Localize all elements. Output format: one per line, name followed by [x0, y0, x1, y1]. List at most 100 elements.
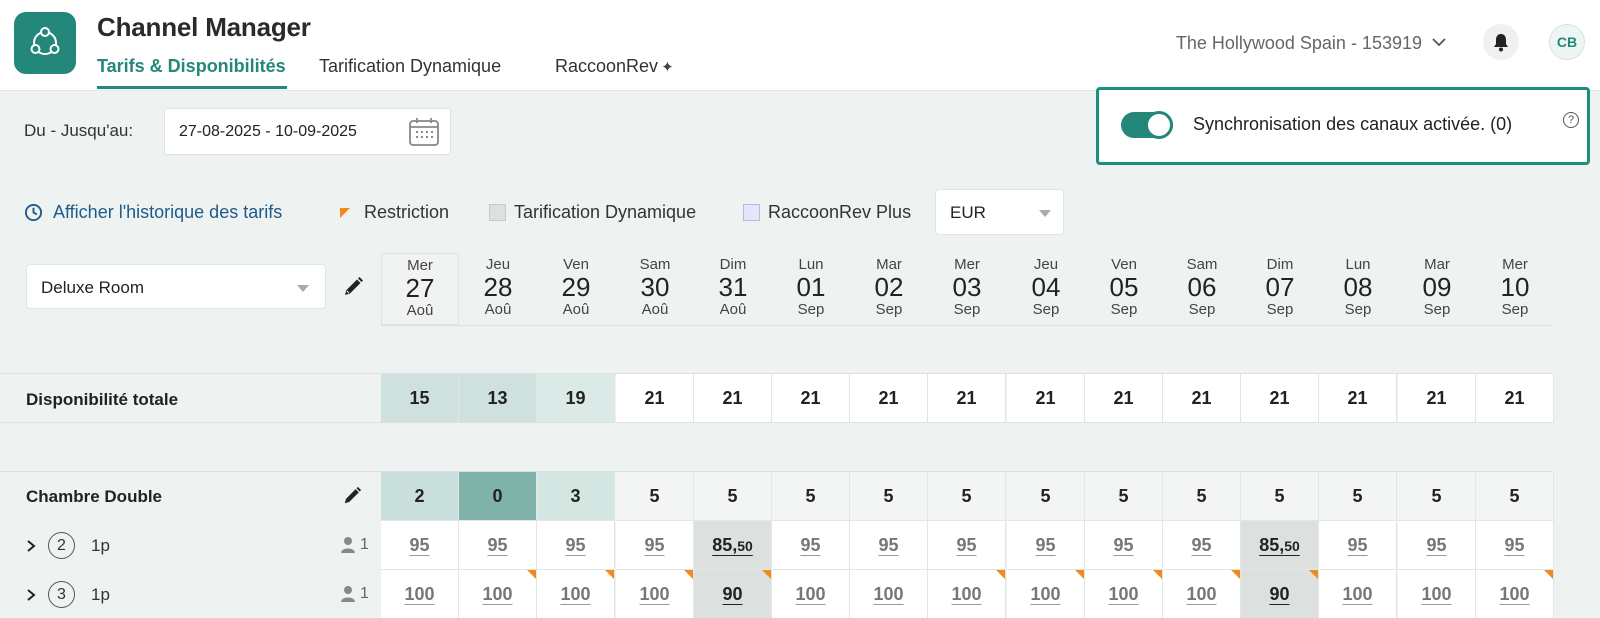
rate-cell[interactable]: 100 — [1007, 570, 1085, 618]
row-divider — [0, 373, 1552, 374]
rate-cell[interactable]: 100 — [1398, 570, 1476, 618]
rate-value: 100 — [873, 584, 903, 605]
rate-cell[interactable]: 95 — [381, 521, 459, 570]
rate-cell[interactable]: 95 — [772, 521, 850, 570]
room-availability-cell[interactable]: 5 — [1007, 472, 1085, 521]
rate-cell[interactable]: 100 — [772, 570, 850, 618]
rate-value: 100 — [1108, 584, 1138, 605]
tab-raccoonrev[interactable]: RaccoonRev ✦ — [555, 56, 674, 77]
room-availability-cell[interactable]: 5 — [1398, 472, 1476, 521]
total-availability-cell[interactable]: 19 — [537, 374, 615, 423]
total-availability-cell[interactable]: 21 — [1241, 374, 1319, 423]
total-availability-cell[interactable]: 13 — [459, 374, 537, 423]
rate-plan-label: 1p — [91, 535, 110, 555]
rate-cell[interactable]: 100 — [928, 570, 1006, 618]
sparkle-icon: ✦ — [661, 59, 674, 76]
notifications-button[interactable] — [1483, 24, 1519, 60]
rate-cell[interactable]: 95 — [1085, 521, 1163, 570]
rate-cell[interactable]: 95 — [928, 521, 1006, 570]
tab-tarifs-disponibilites[interactable]: Tarifs & Disponibilités — [97, 56, 286, 77]
row-divider — [0, 471, 1552, 472]
rate-cell[interactable]: 100 — [850, 570, 928, 618]
occupancy-count: 1 — [360, 536, 369, 553]
total-availability-cell[interactable]: 21 — [1085, 374, 1163, 423]
day-month: Sep — [1188, 301, 1216, 318]
rate-cell[interactable]: 95 — [1163, 521, 1241, 570]
rate-cell[interactable]: 100 — [381, 570, 459, 618]
rate-cell[interactable]: 95 — [537, 521, 615, 570]
help-icon[interactable]: ? — [1563, 112, 1579, 128]
tab-raccoonrev-label: RaccoonRev — [555, 56, 659, 76]
rate-cell[interactable]: 90 — [1241, 570, 1319, 618]
app-logo[interactable] — [14, 12, 76, 74]
rate-cell[interactable]: 100 — [1163, 570, 1241, 618]
rate-cell[interactable]: 85,50 — [1241, 521, 1319, 570]
total-availability-cell[interactable]: 21 — [772, 374, 850, 423]
rate-cell[interactable]: 100 — [1085, 570, 1163, 618]
rate-history-link[interactable]: Afficher l'historique des tarifs — [24, 202, 282, 223]
room-availability-cell[interactable]: 5 — [850, 472, 928, 521]
currency-select[interactable]: EUR — [935, 189, 1064, 235]
total-availability-cell[interactable]: 21 — [1319, 374, 1397, 423]
room-availability-cell[interactable]: 5 — [1241, 472, 1319, 521]
day-of-week: Mer — [407, 257, 433, 274]
edit-pencil-icon[interactable] — [342, 486, 362, 506]
rate-cell[interactable]: 95 — [1007, 521, 1085, 570]
room-availability-cell[interactable]: 5 — [1085, 472, 1163, 521]
day-number: 06 — [1187, 272, 1217, 302]
rate-cell[interactable]: 95 — [1319, 521, 1397, 570]
total-availability-cell[interactable]: 21 — [616, 374, 694, 423]
total-availability-cell[interactable]: 21 — [694, 374, 772, 423]
room-availability-cell[interactable]: 5 — [1476, 472, 1554, 521]
room-availability-cell[interactable]: 0 — [459, 472, 537, 521]
room-availability-cell[interactable]: 5 — [772, 472, 850, 521]
chevron-right-icon[interactable] — [26, 588, 36, 602]
bell-icon — [1494, 34, 1508, 52]
day-of-week: Lun — [1345, 256, 1371, 273]
total-availability-cell[interactable]: 21 — [850, 374, 928, 423]
chevron-down-icon[interactable] — [1431, 36, 1447, 48]
total-availability-cell[interactable]: 15 — [381, 374, 459, 423]
day-header: Lun 08 Sep — [1319, 253, 1397, 325]
room-availability-cell[interactable]: 2 — [381, 472, 459, 521]
room-availability-cell[interactable]: 5 — [694, 472, 772, 521]
total-availability-cell[interactable]: 21 — [1007, 374, 1085, 423]
date-range-input[interactable]: 27-08-2025 - 10-09-2025 — [164, 108, 451, 155]
rate-cell[interactable]: 95 — [1398, 521, 1476, 570]
room-availability-cell[interactable]: 5 — [1163, 472, 1241, 521]
rate-cell[interactable]: 85,50 — [694, 521, 772, 570]
rate-cell[interactable]: 100 — [537, 570, 615, 618]
total-availability-cell[interactable]: 21 — [928, 374, 1006, 423]
rate-cell[interactable]: 95 — [1476, 521, 1554, 570]
room-availability-cell[interactable]: 5 — [928, 472, 1006, 521]
room-availability-cell[interactable]: 5 — [616, 472, 694, 521]
room-availability-cell[interactable]: 5 — [1319, 472, 1397, 521]
room-availability-cell[interactable]: 3 — [537, 472, 615, 521]
calendar-icon[interactable] — [408, 117, 440, 147]
rate-cell[interactable]: 100 — [616, 570, 694, 618]
rate-value: 100 — [1030, 584, 1060, 605]
chevron-right-icon[interactable] — [26, 539, 36, 553]
rate-cell[interactable]: 95 — [459, 521, 537, 570]
sync-toggle[interactable] — [1121, 111, 1173, 139]
tab-tarification-dynamique[interactable]: Tarification Dynamique — [319, 56, 501, 77]
total-availability-cell[interactable]: 21 — [1476, 374, 1554, 423]
rate-cell[interactable]: 100 — [459, 570, 537, 618]
rate-cell[interactable]: 100 — [1319, 570, 1397, 618]
rate-value: 100 — [1499, 584, 1529, 605]
day-of-week: Ven — [1111, 256, 1137, 273]
rate-cell[interactable]: 95 — [616, 521, 694, 570]
rate-cell[interactable]: 90 — [694, 570, 772, 618]
total-availability-cell[interactable]: 21 — [1398, 374, 1476, 423]
currency-value: EUR — [950, 203, 986, 222]
property-selector[interactable]: The Hollywood Spain - 153919 — [1176, 33, 1422, 54]
edit-pencil-icon[interactable] — [342, 276, 364, 298]
rate-cell[interactable]: 95 — [850, 521, 928, 570]
rate-main: 95 — [878, 534, 899, 555]
total-availability-cell[interactable]: 21 — [1163, 374, 1241, 423]
rate-cell[interactable]: 100 — [1476, 570, 1554, 618]
room-select[interactable]: Deluxe Room — [26, 264, 326, 309]
clock-icon — [24, 203, 43, 222]
user-avatar[interactable]: CB — [1549, 24, 1585, 60]
rate-main: 95 — [956, 534, 977, 555]
